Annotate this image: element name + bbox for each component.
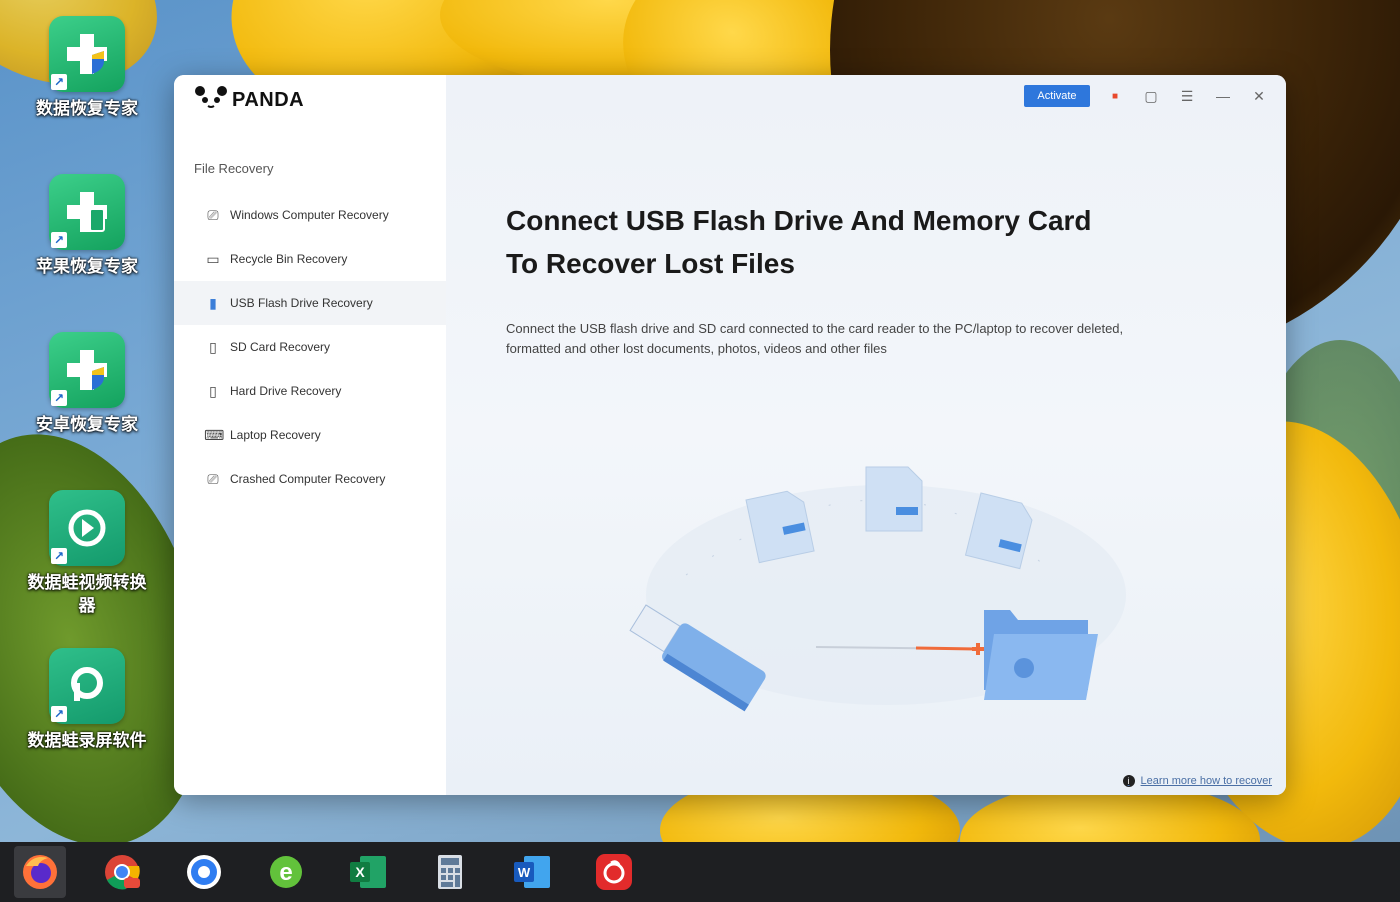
app-window: PANDA File Recovery ⎚ Windows Computer R… bbox=[174, 75, 1286, 795]
taskbar-word[interactable]: W bbox=[506, 846, 558, 898]
page-description: Connect the USB flash drive and SD card … bbox=[506, 321, 1124, 356]
sidebar-item-usb-flash-drive-recovery[interactable]: ▮ USB Flash Drive Recovery bbox=[174, 281, 446, 325]
shortcut-arrow-icon: ↗ bbox=[51, 548, 67, 564]
excel-icon: X bbox=[350, 856, 386, 888]
taskbar-excel[interactable]: X bbox=[342, 846, 394, 898]
sidebar-item-label: Recycle Bin Recovery bbox=[230, 252, 348, 266]
taskbar-ie-browser[interactable]: e bbox=[260, 846, 312, 898]
sidebar-item-recycle-bin-recovery[interactable]: ▭ Recycle Bin Recovery bbox=[174, 237, 446, 281]
menu-icon[interactable]: ☰ bbox=[1176, 85, 1198, 107]
sidebar-nav: ⎚ Windows Computer Recovery ▭ Recycle Bi… bbox=[174, 193, 446, 501]
shortcut-arrow-icon: ↗ bbox=[51, 232, 67, 248]
learn-more-label: Learn more how to recover bbox=[1140, 775, 1272, 787]
taskbar: e X W bbox=[0, 842, 1400, 902]
desktop-icon-video-converter[interactable]: ↗ 数据蛙视频转换器 bbox=[22, 490, 152, 618]
ie-icon: e bbox=[270, 856, 302, 888]
desktop-icon-android-recovery[interactable]: ↗ 安卓恢复专家 bbox=[22, 332, 152, 437]
chrome-icon bbox=[105, 855, 140, 890]
learn-more-link[interactable]: i Learn more how to recover bbox=[1122, 775, 1272, 787]
video-converter-app-icon: ↗ bbox=[49, 490, 125, 566]
sidebar: PANDA File Recovery ⎚ Windows Computer R… bbox=[174, 75, 446, 795]
sidebar-item-laptop-recovery[interactable]: ⌨ Laptop Recovery bbox=[174, 413, 446, 457]
app-logo: PANDA bbox=[194, 85, 304, 115]
activate-button[interactable]: Activate bbox=[1024, 85, 1090, 107]
svg-text:W: W bbox=[518, 865, 531, 880]
minimize-icon[interactable]: — bbox=[1212, 85, 1234, 107]
feedback-icon[interactable]: ▢ bbox=[1140, 85, 1162, 107]
screen-recorder-app-icon: ↗ bbox=[49, 648, 125, 724]
browser-icon bbox=[187, 855, 221, 889]
info-icon: i bbox=[1122, 775, 1135, 787]
desktop-icon-iphone-recovery[interactable]: ↗ 苹果恢复专家 bbox=[22, 174, 152, 279]
taskbar-chrome-browser[interactable] bbox=[96, 846, 148, 898]
shortcut-arrow-icon: ↗ bbox=[51, 390, 67, 406]
sidebar-item-label: Hard Drive Recovery bbox=[230, 384, 342, 398]
headline-line-2: To Recover Lost Files bbox=[506, 248, 795, 279]
usb-drive-icon: ▮ bbox=[209, 294, 217, 311]
page-headline: Connect USB Flash Drive And Memory Card … bbox=[506, 199, 1206, 285]
gift-icon[interactable]: ■ bbox=[1104, 85, 1126, 107]
sidebar-item-label: Crashed Computer Recovery bbox=[230, 472, 386, 486]
desktop-icon-label: 数据蛙视频转换器 bbox=[27, 573, 147, 616]
iphone-recovery-app-icon: ↗ bbox=[49, 174, 125, 250]
taskbar-calculator[interactable] bbox=[424, 846, 476, 898]
shortcut-arrow-icon: ↗ bbox=[51, 74, 67, 90]
calculator-icon bbox=[438, 855, 462, 889]
desktop-icon-label: 苹果恢复专家 bbox=[36, 257, 138, 277]
desktop-icon-label: 数据蛙录屏软件 bbox=[27, 731, 147, 751]
computer-icon: ⎚ bbox=[207, 206, 219, 223]
desktop-icon-data-recovery[interactable]: ↗ 数据恢复专家 bbox=[22, 16, 152, 121]
firefox-icon bbox=[23, 855, 57, 889]
desktop-icon-label: 安卓恢复专家 bbox=[36, 415, 138, 435]
recycle-bin-icon: ▭ bbox=[206, 250, 220, 267]
word-icon: W bbox=[514, 856, 550, 888]
panda-icon bbox=[194, 85, 228, 115]
sidebar-item-label: Laptop Recovery bbox=[230, 428, 321, 442]
sidebar-item-label: USB Flash Drive Recovery bbox=[230, 296, 373, 310]
sidebar-item-windows-computer-recovery[interactable]: ⎚ Windows Computer Recovery bbox=[174, 193, 446, 237]
main-content: Activate ■ ▢ ☰ — ✕ Connect USB Flash Dri… bbox=[446, 75, 1286, 795]
sidebar-item-crashed-computer-recovery[interactable]: ⎚ Crashed Computer Recovery bbox=[174, 457, 446, 501]
svg-text:X: X bbox=[355, 864, 365, 880]
sidebar-item-label: Windows Computer Recovery bbox=[230, 208, 389, 222]
taskbar-netease-music[interactable] bbox=[588, 846, 640, 898]
crashed-computer-icon: ⎚ bbox=[207, 470, 219, 487]
taskbar-qq-browser[interactable] bbox=[178, 846, 230, 898]
sidebar-item-label: SD Card Recovery bbox=[230, 340, 331, 354]
hard-drive-icon: ▯ bbox=[209, 382, 217, 399]
android-recovery-app-icon: ↗ bbox=[49, 332, 125, 408]
netease-music-icon bbox=[596, 854, 632, 890]
laptop-icon: ⌨ bbox=[204, 426, 225, 443]
app-name: PANDA bbox=[232, 88, 305, 111]
usb-recovery-illustration bbox=[586, 445, 1146, 735]
sidebar-item-hard-drive-recovery[interactable]: ▯ Hard Drive Recovery bbox=[174, 369, 446, 413]
document-icon bbox=[865, 466, 923, 532]
folder-icon bbox=[984, 610, 1098, 700]
headline-line-1: Connect USB Flash Drive And Memory Card bbox=[506, 205, 1092, 236]
desktop-icon-screen-recorder[interactable]: ↗ 数据蛙录屏软件 bbox=[22, 648, 152, 753]
window-titlebar: Activate ■ ▢ ☰ — ✕ bbox=[1024, 85, 1270, 107]
data-recovery-app-icon: ↗ bbox=[49, 16, 125, 92]
shortcut-arrow-icon: ↗ bbox=[51, 706, 67, 722]
close-icon[interactable]: ✕ bbox=[1248, 85, 1270, 107]
section-title: File Recovery bbox=[194, 161, 274, 176]
taskbar-firefox[interactable] bbox=[14, 846, 66, 898]
sd-card-icon: ▯ bbox=[209, 338, 217, 355]
svg-text:e: e bbox=[279, 859, 292, 886]
sidebar-item-sd-card-recovery[interactable]: ▯ SD Card Recovery bbox=[174, 325, 446, 369]
desktop-icon-label: 数据恢复专家 bbox=[36, 99, 138, 119]
